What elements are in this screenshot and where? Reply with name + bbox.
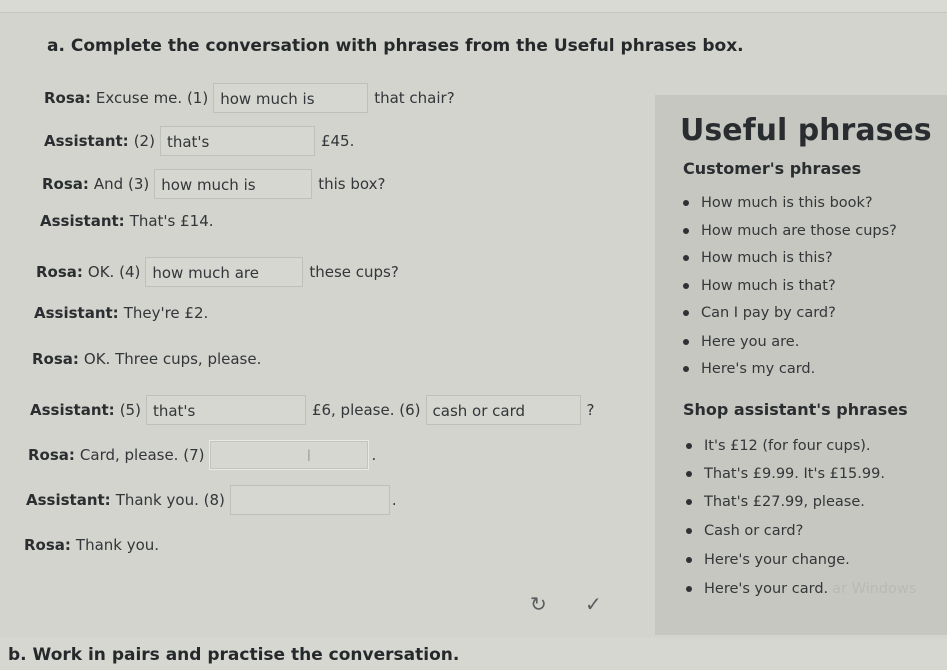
bullet-icon (683, 200, 689, 206)
line-text: . (371, 446, 377, 464)
bullet-icon (686, 471, 692, 477)
bullet-icon (686, 586, 692, 592)
shop-phrase: That's £9.99. It's £15.99. (686, 466, 885, 482)
bullet-icon (683, 339, 689, 345)
bullet-icon (683, 310, 689, 316)
answer-blank-3[interactable]: how much is (154, 169, 313, 199)
useful-phrases-title: Useful phrases (680, 113, 932, 148)
bullet-icon (686, 557, 692, 563)
customer-phrases-heading: Customer's phrases (683, 159, 862, 178)
line-text: Thank you. (75, 536, 160, 554)
conversation-line-3: Rosa: And (3) how much is this box? (42, 169, 390, 199)
shop-assistant-phrases-heading: Shop assistant's phrases (683, 400, 908, 419)
bullet-icon (686, 443, 692, 449)
line-text: £45. (320, 132, 355, 150)
speaker: Rosa: (42, 175, 89, 193)
bullet-icon (683, 228, 689, 234)
conversation-line-2: Assistant: (2) that's £45. (44, 126, 359, 156)
section-b-heading: b. Work in pairs and practise the conver… (8, 645, 460, 665)
line-text: Card, please. (7) (79, 446, 205, 464)
line-text: £6, please. (6) (311, 401, 421, 419)
speaker: Rosa: (28, 446, 75, 464)
shop-phrase: Here's your card. ar Windows (686, 581, 916, 597)
conversation-line-10: Assistant: Thank you. (8) . (26, 485, 402, 515)
speaker: Assistant: (44, 132, 129, 150)
shop-phrase: That's £27.99, please. (686, 494, 865, 510)
conversation-line-8: Assistant: (5) that's £6, please. (6) ca… (30, 395, 599, 425)
line-text: (2) (133, 132, 155, 150)
customer-phrase: Here you are. (683, 334, 799, 350)
section-a-heading: a. Complete the conversation with phrase… (47, 36, 744, 56)
line-text: Excuse me. (1) (95, 89, 209, 107)
speaker: Rosa: (44, 89, 91, 107)
conversation-line-5: Rosa: OK. (4) how much are these cups? (36, 257, 404, 287)
conversation-line-6: Assistant: They're £2. (34, 304, 213, 322)
speaker: Assistant: (30, 401, 115, 419)
top-divider (0, 0, 947, 13)
answer-blank-6[interactable]: cash or card (425, 395, 581, 425)
customer-phrase: How much is this? (683, 250, 833, 266)
answer-blank-8[interactable] (229, 485, 390, 515)
conversation-line-11: Rosa: Thank you. (24, 536, 164, 554)
speaker: Assistant: (26, 491, 111, 509)
answer-blank-2[interactable]: that's (159, 126, 315, 156)
speaker: Rosa: (32, 350, 79, 368)
line-text: that chair? (374, 89, 455, 107)
conversation-line-7: Rosa: OK. Three cups, please. (32, 350, 266, 368)
answer-blank-1[interactable]: how much is (213, 83, 369, 113)
answer-blank-4[interactable]: how much are (145, 257, 304, 287)
text-cursor-icon: I (306, 446, 312, 465)
speaker: Rosa: (24, 536, 71, 554)
customer-phrase: How much is this book? (683, 195, 873, 211)
line-text: this box? (318, 175, 386, 193)
line-text: That's £14. (129, 212, 214, 230)
line-text: (5) (119, 401, 141, 419)
line-text: ? (586, 401, 595, 419)
customer-phrase: Here's my card. (683, 361, 815, 377)
check-icon[interactable]: ✓ (585, 592, 602, 616)
bullet-icon (683, 255, 689, 261)
customer-phrase: How much is that? (683, 278, 836, 294)
conversation-line-4: Assistant: That's £14. (40, 212, 219, 230)
line-text: OK. (4) (87, 263, 141, 281)
speaker: Assistant: (40, 212, 125, 230)
line-text: And (3) (93, 175, 150, 193)
line-text: these cups? (309, 263, 399, 281)
conversation-line-9: Rosa: Card, please. (7) I . (28, 440, 381, 470)
line-text: They're £2. (123, 304, 209, 322)
speaker: Rosa: (36, 263, 83, 281)
answer-blank-5[interactable]: that's (145, 395, 306, 425)
shop-phrase: Cash or card? (686, 523, 803, 539)
shop-phrase: It's £12 (for four cups). (686, 438, 871, 454)
bullet-icon (683, 283, 689, 289)
windows-watermark: ar Windows (832, 581, 917, 597)
line-text: Thank you. (8) (115, 491, 225, 509)
shop-phrase: Here's your change. (686, 552, 850, 568)
bullet-icon (686, 528, 692, 534)
bullet-icon (683, 366, 689, 372)
speaker: Assistant: (34, 304, 119, 322)
conversation-line-1: Rosa: Excuse me. (1) how much is that ch… (44, 83, 460, 113)
customer-phrase: How much are those cups? (683, 223, 897, 239)
line-text: . (391, 491, 397, 509)
bullet-icon (686, 499, 692, 505)
customer-phrase: Can I pay by card? (683, 305, 836, 321)
answer-blank-7[interactable]: I (209, 440, 370, 470)
line-text: OK. Three cups, please. (83, 350, 262, 368)
retry-icon[interactable]: ↻ (530, 592, 547, 616)
